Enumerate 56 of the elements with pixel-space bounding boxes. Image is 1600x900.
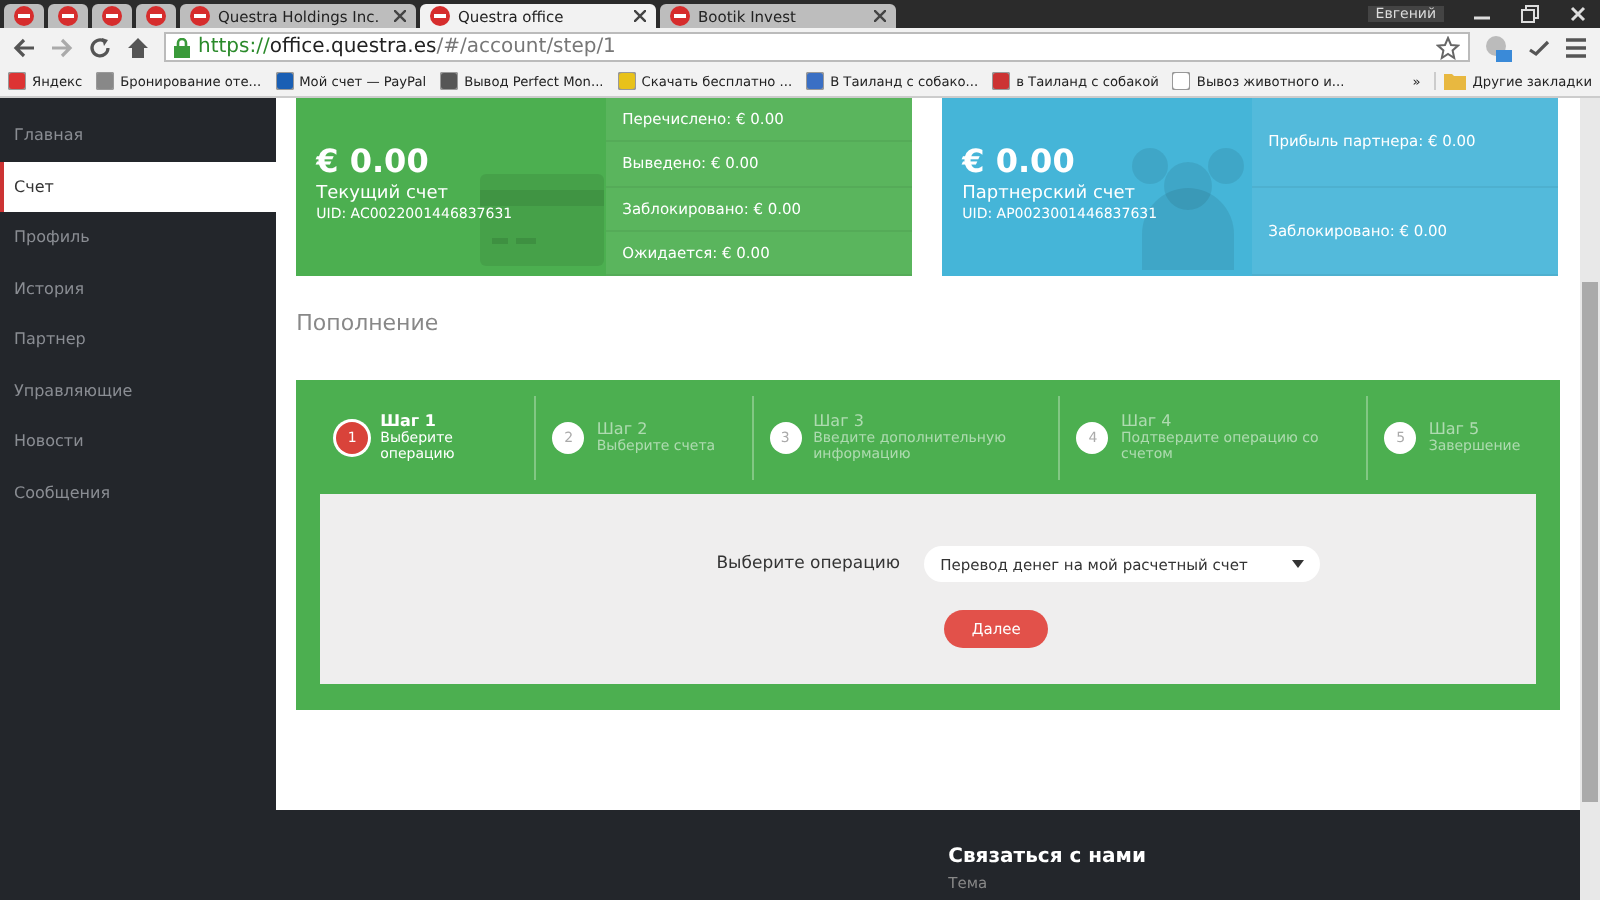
home-icon[interactable] — [126, 35, 150, 59]
step-title: Шаг 1 — [380, 411, 438, 429]
site-icon — [146, 6, 166, 26]
pinned-tab[interactable] — [92, 4, 132, 28]
scrollbar-thumb[interactable] — [1582, 282, 1598, 802]
step-title: Шаг 5 — [1428, 419, 1482, 438]
sidebar-item[interactable]: История — [0, 263, 277, 314]
field-label: Выберите операцию — [716, 554, 901, 574]
account-name: Партнерский счет — [962, 184, 1138, 204]
sidebar-item[interactable]: Партнер — [0, 314, 277, 365]
pinned-tab[interactable] — [48, 4, 88, 28]
check-icon[interactable] — [1526, 35, 1550, 59]
site-icon — [617, 72, 636, 90]
address-field[interactable]: https://office.questra.es/#/account/step/1 — [164, 32, 1470, 62]
balance-amount: € 0.00 — [962, 142, 1077, 180]
sidebar-item[interactable]: Главная — [0, 110, 277, 161]
folder-icon — [1444, 72, 1467, 90]
site-icon — [8, 72, 26, 90]
sidebar-item[interactable]: Счет — [0, 161, 277, 212]
site-icon — [58, 6, 78, 26]
star-icon[interactable] — [1436, 35, 1460, 59]
reload-icon[interactable] — [88, 35, 112, 59]
footer-title: Связаться с нами — [948, 846, 1146, 868]
restore-icon[interactable] — [1520, 4, 1540, 24]
site-icon — [670, 6, 690, 26]
site-icon — [96, 72, 115, 90]
extension-icon[interactable] — [1484, 33, 1512, 61]
pinned-tab[interactable] — [4, 4, 44, 28]
site-icon — [1172, 72, 1191, 90]
balance-amount: € 0.00 — [316, 142, 431, 180]
close-icon[interactable] — [634, 10, 646, 22]
site-icon — [992, 72, 1011, 90]
sidebar-item[interactable]: Новости — [0, 416, 277, 467]
site-icon — [806, 72, 825, 90]
section-title: Пополнение — [296, 310, 441, 336]
site-icon — [14, 6, 34, 26]
site-icon — [430, 6, 450, 26]
lock-icon — [174, 37, 190, 57]
sidebar-item[interactable]: Профиль — [0, 212, 277, 263]
back-icon[interactable] — [12, 35, 36, 59]
close-icon[interactable] — [874, 10, 886, 22]
step-title: Шаг 2 — [596, 419, 650, 438]
close-icon[interactable] — [394, 10, 406, 22]
caret-icon — [1292, 560, 1305, 568]
site-icon — [440, 72, 459, 90]
sidebar-item[interactable]: Управляющие — [0, 365, 277, 416]
step-title: Шаг 4 — [1120, 411, 1174, 429]
scrollbar[interactable] — [1580, 98, 1600, 900]
site-icon — [190, 6, 210, 26]
site-icon — [102, 6, 122, 26]
menu-icon[interactable] — [1564, 35, 1588, 59]
step-title: Шаг 3 — [813, 411, 866, 429]
pinned-tab[interactable] — [136, 4, 176, 28]
account-name: Текущий счет — [316, 184, 451, 204]
site-icon — [275, 72, 294, 90]
sidebar-item[interactable]: Сообщения — [0, 467, 277, 518]
